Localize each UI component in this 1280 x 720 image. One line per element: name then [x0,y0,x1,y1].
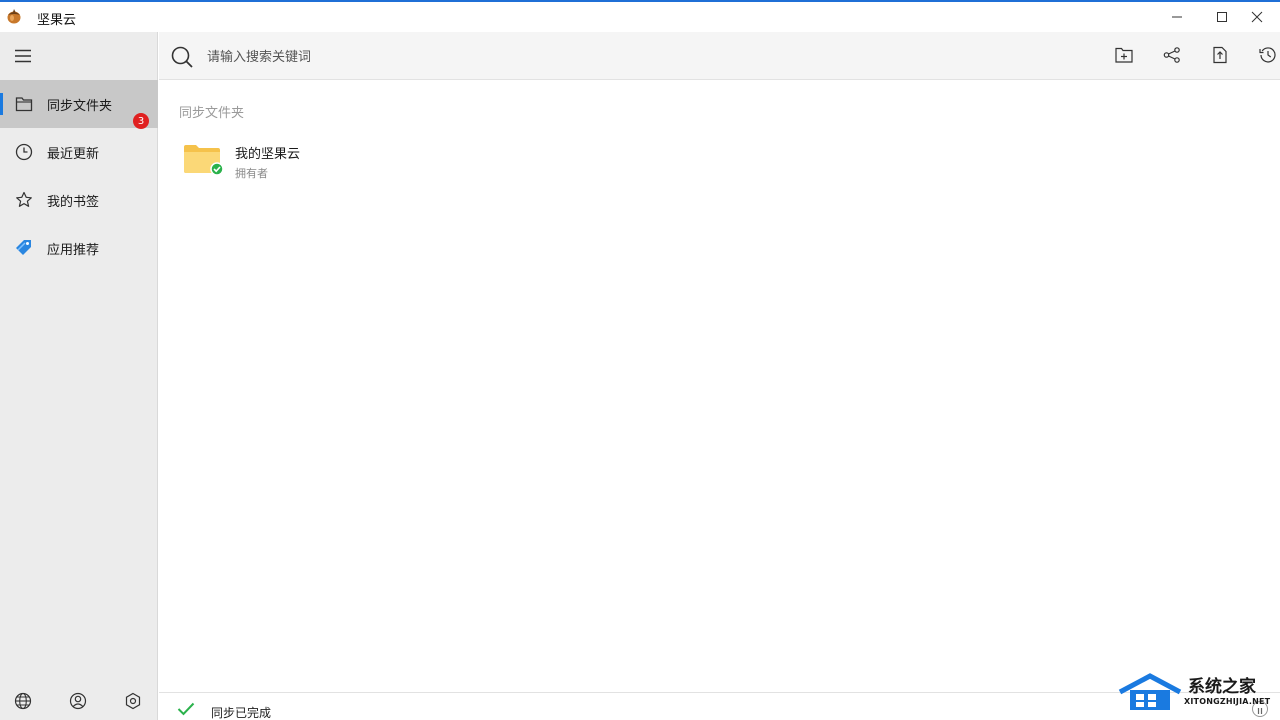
menu-button[interactable] [12,46,34,68]
sidebar-item-label: 我的书签 [47,195,100,210]
sidebar-item-app-recommendations[interactable]: 应用推荐 [0,224,158,272]
upload-file-button[interactable] [1208,45,1232,69]
app-title: 坚果云 [37,13,77,28]
history-button[interactable] [1256,45,1280,69]
clock-icon [13,141,35,163]
close-icon [1251,11,1263,23]
history-icon [1259,46,1277,68]
notification-badge: 3 [133,113,149,129]
watermark-domain: XITONGZHIJIA.NET [1184,697,1271,706]
title-bar: 坚果云 [0,0,1280,32]
sidebar-item-label: 同步文件夹 [47,99,113,114]
globe-icon [14,692,32,714]
folder-outline-icon [13,93,35,115]
section-title: 同步文件夹 [179,106,245,121]
account-icon [69,692,87,714]
sidebar-item-label: 最近更新 [47,147,100,162]
folder-name: 我的坚果云 [235,147,301,162]
share-icon [1163,47,1181,67]
account-button[interactable] [67,692,89,714]
new-folder-button[interactable] [1112,45,1136,69]
settings-button[interactable] [122,692,144,714]
folder-item[interactable]: 我的坚果云 拥有者 [175,132,475,188]
close-button[interactable] [1234,2,1280,32]
sync-status-text: 同步已完成 [211,706,272,720]
sidebar-item-bookmarks[interactable]: 我的书签 [0,176,158,224]
maximize-icon [1216,11,1228,23]
share-button[interactable] [1160,45,1184,69]
search-icon[interactable] [170,45,194,69]
folder-role: 拥有者 [235,167,268,180]
minimize-button[interactable] [1154,2,1200,32]
tag-icon [13,237,35,259]
watermark-name: 系统之家 [1188,677,1256,697]
settings-icon [124,692,142,714]
watermark: 系统之家 XITONGZHIJIA.NET [1118,670,1278,716]
app-logo-icon [5,7,23,25]
watermark-logo-icon [1118,672,1182,716]
sidebar-item-recent-updates[interactable]: 最近更新 [0,128,158,176]
check-icon [177,701,195,716]
hamburger-icon [14,48,32,67]
new-folder-icon [1115,47,1133,67]
search-bar [159,32,1280,80]
upload-file-icon [1212,46,1228,68]
minimize-icon [1171,11,1183,23]
language-button[interactable] [12,692,34,714]
synced-folder-icon [183,144,225,178]
search-input[interactable] [207,44,807,70]
sidebar-item-label: 应用推荐 [47,243,100,258]
star-icon [13,189,35,211]
status-bar: 同步已完成 [159,692,1280,720]
